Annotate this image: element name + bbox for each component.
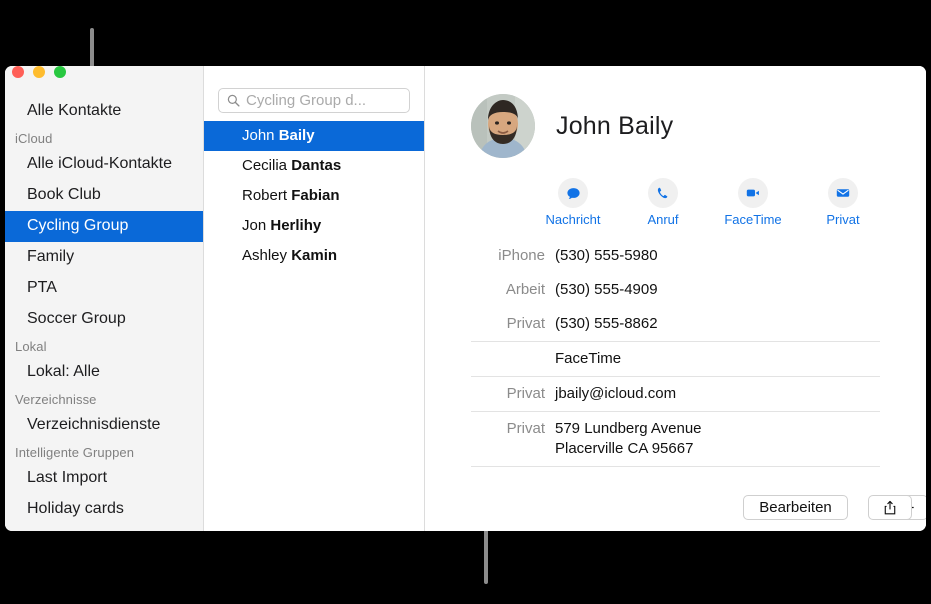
sidebar-header-icloud: iCloud xyxy=(15,131,53,146)
contact-list-column: Cycling Group d... John Baily Cecilia Da… xyxy=(204,66,425,531)
contact-last-name: Dantas xyxy=(291,157,342,174)
envelope-icon xyxy=(828,178,858,208)
page-title: John Baily xyxy=(556,111,674,140)
contact-last-name: Fabian xyxy=(291,187,340,204)
contact-last-name: Herlihy xyxy=(270,217,322,234)
bottom-toolbar: Bearbeiten xyxy=(425,485,926,531)
share-button[interactable] xyxy=(868,495,912,520)
screenshot-stage: Alle Kontakte iCloud Alle iCloud-Kontakt… xyxy=(0,0,931,604)
sidebar: Alle Kontakte iCloud Alle iCloud-Kontakt… xyxy=(5,66,204,531)
contact-first-name: Robert xyxy=(242,187,292,204)
contact-last-name: Kamin xyxy=(291,247,338,264)
field-value: FaceTime xyxy=(555,350,622,367)
sidebar-item-holiday-cards[interactable]: Holiday cards xyxy=(5,494,203,525)
share-icon xyxy=(884,500,896,514)
sidebar-item-lokal-alle[interactable]: Lokal: Alle xyxy=(5,357,203,388)
field-label: Privat xyxy=(506,420,545,437)
sidebar-item-pta[interactable]: PTA xyxy=(5,273,203,304)
search-container: Cycling Group d... xyxy=(204,66,424,121)
field-value: (530) 555-8862 xyxy=(555,315,658,332)
search-icon xyxy=(227,94,240,107)
sidebar-item-all-contacts[interactable]: Alle Kontakte xyxy=(5,96,203,127)
sidebar-list: Alle Kontakte iCloud Alle iCloud-Kontakt… xyxy=(5,96,203,525)
search-input[interactable]: Cycling Group d... xyxy=(218,88,410,113)
detail-fields: iPhone (530) 555-5980 Arbeit (530) 555-4… xyxy=(471,239,880,467)
detail-header: John Baily xyxy=(471,94,880,158)
action-label: FaceTime xyxy=(724,212,782,227)
action-label: Nachricht xyxy=(545,212,601,227)
list-item[interactable]: Jon Herlihy xyxy=(204,211,424,241)
edit-button[interactable]: Bearbeiten xyxy=(743,495,848,520)
sidebar-header-verzeichnisse: Verzeichnisse xyxy=(15,392,97,407)
sidebar-item-last-import[interactable]: Last Import xyxy=(5,463,203,494)
field-row-facetime[interactable]: FaceTime xyxy=(471,341,880,376)
action-label: Anruf xyxy=(647,212,679,227)
message-action-button[interactable]: Nachricht xyxy=(542,178,604,227)
sidebar-header-lokal: Lokal xyxy=(15,339,47,354)
field-row-iphone[interactable]: iPhone (530) 555-5980 xyxy=(471,239,880,273)
facetime-action-button[interactable]: FaceTime xyxy=(722,178,784,227)
window-controls xyxy=(12,66,66,78)
contact-first-name: John xyxy=(242,127,279,144)
field-value: (530) 555-4909 xyxy=(555,281,658,298)
contact-first-name: Ashley xyxy=(242,247,292,264)
field-label: Privat xyxy=(506,315,545,332)
callout-line-bottom xyxy=(484,522,488,584)
contact-first-name: Jon xyxy=(242,217,271,234)
field-divider xyxy=(471,466,880,467)
action-buttons: Nachricht Anruf FaceTime Privat xyxy=(471,178,874,227)
search-placeholder: Cycling Group d... xyxy=(246,92,367,109)
list-item[interactable]: Cecilia Dantas xyxy=(204,151,424,181)
message-bubble-icon xyxy=(558,178,588,208)
zoom-button[interactable] xyxy=(54,66,66,78)
contacts-window: Alle Kontakte iCloud Alle iCloud-Kontakt… xyxy=(5,66,926,531)
sidebar-item-cycling-group[interactable]: Cycling Group xyxy=(5,211,203,242)
video-camera-icon xyxy=(738,178,768,208)
contact-rows: John Baily Cecilia Dantas Robert Fabian … xyxy=(204,121,424,271)
phone-icon xyxy=(648,178,678,208)
list-item[interactable]: Ashley Kamin xyxy=(204,241,424,271)
field-label: iPhone xyxy=(498,247,545,264)
action-label: Privat xyxy=(826,212,860,227)
field-row-email[interactable]: Privat jbaily@icloud.com xyxy=(471,376,880,411)
field-label: Privat xyxy=(506,385,545,402)
list-item[interactable]: John Baily xyxy=(204,121,424,151)
contact-first-name: Cecilia xyxy=(242,157,292,174)
sidebar-item-family[interactable]: Family xyxy=(5,242,203,273)
field-value: jbaily@icloud.com xyxy=(555,385,677,402)
sidebar-item-all-icloud-contacts[interactable]: Alle iCloud-Kontakte xyxy=(5,149,203,180)
avatar[interactable] xyxy=(471,94,535,158)
field-row-work-phone[interactable]: Arbeit (530) 555-4909 xyxy=(471,273,880,307)
field-row-address[interactable]: Privat 579 Lundberg Avenue Placerville C… xyxy=(471,411,880,466)
field-label: Arbeit xyxy=(505,281,545,298)
close-button[interactable] xyxy=(12,66,24,78)
call-action-button[interactable]: Anruf xyxy=(632,178,694,227)
field-value: (530) 555-5980 xyxy=(555,247,658,264)
field-row-home-phone[interactable]: Privat (530) 555-8862 xyxy=(471,307,880,341)
field-value: 579 Lundberg Avenue Placerville CA 95667 xyxy=(555,420,702,457)
sidebar-item-soccer-group[interactable]: Soccer Group xyxy=(5,304,203,335)
list-item[interactable]: Robert Fabian xyxy=(204,181,424,211)
minimize-button[interactable] xyxy=(33,66,45,78)
contact-detail-pane: John Baily Nachricht Anruf FaceTime Priv… xyxy=(425,66,926,531)
email-action-button[interactable]: Privat xyxy=(812,178,874,227)
sidebar-item-book-club[interactable]: Book Club xyxy=(5,180,203,211)
sidebar-header-intelligente-gruppen: Intelligente Gruppen xyxy=(15,445,135,460)
sidebar-item-verzeichnisdienste[interactable]: Verzeichnisdienste xyxy=(5,410,203,441)
contact-last-name: Baily xyxy=(278,127,315,144)
